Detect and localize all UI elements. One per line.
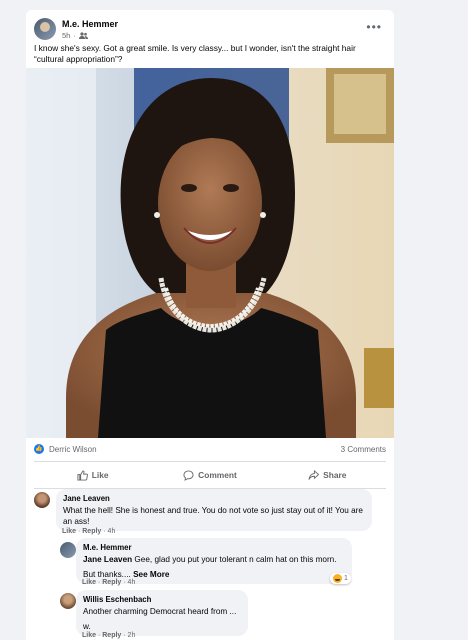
comment-text-continued: w.: [83, 622, 91, 631]
comment-time[interactable]: 2h: [128, 632, 136, 639]
reaction-count: 1: [344, 575, 348, 582]
comment-icon: [183, 469, 194, 481]
comment-bubble: Willis Eschenbach Another charming Democ…: [76, 590, 248, 636]
post-photo[interactable]: [26, 68, 394, 438]
commenter-name[interactable]: M.e. Hemmer: [83, 542, 345, 553]
commenter-avatar[interactable]: [60, 593, 76, 609]
comment-meta: Like · Reply · 4h: [82, 579, 136, 586]
like-label: Like: [91, 470, 109, 480]
friends-icon: [78, 32, 88, 39]
share-icon: [308, 469, 320, 480]
share-label: Share: [323, 470, 347, 480]
author-avatar[interactable]: [34, 18, 56, 40]
commenter-name[interactable]: Willis Eschenbach: [83, 594, 241, 605]
comment-bubble: Jane Leaven What the hell! She is honest…: [56, 489, 372, 531]
comment-time[interactable]: 4h: [128, 579, 136, 586]
action-bar: Like Comment Share: [34, 465, 386, 485]
comment-meta: Like · Reply · 4h: [62, 528, 116, 535]
comment-reply-link[interactable]: Reply: [102, 579, 121, 586]
post-card: M.e. Hemmer 5h · ••• I know she's sexy. …: [26, 10, 394, 640]
comment-reply-link[interactable]: Reply: [82, 528, 101, 535]
comment-like-link[interactable]: Like: [82, 632, 96, 639]
commenter-avatar[interactable]: [34, 492, 50, 508]
comment-like-link[interactable]: Like: [62, 528, 76, 535]
comment-text: Another charming Democrat heard from ...: [83, 607, 237, 616]
post-header: M.e. Hemmer 5h · •••: [34, 18, 386, 44]
share-button[interactable]: Share: [269, 465, 386, 485]
post-meta: 5h ·: [62, 31, 88, 40]
post-author[interactable]: M.e. Hemmer: [62, 19, 118, 29]
commenter-name[interactable]: Jane Leaven: [63, 493, 365, 504]
comment-label: Comment: [198, 470, 237, 480]
comment-reaction-badge[interactable]: 1: [330, 573, 351, 584]
haha-reaction-icon: [333, 574, 342, 583]
see-more-link[interactable]: See More: [133, 570, 169, 579]
comment-text: Gee, glad you put your tolerant n calm h…: [132, 555, 337, 564]
comments-count[interactable]: 3 Comments: [341, 445, 386, 454]
comment-time[interactable]: 4h: [108, 528, 116, 535]
like-button[interactable]: Like: [34, 465, 151, 485]
post-time[interactable]: 5h: [62, 31, 70, 40]
more-options-icon[interactable]: •••: [366, 20, 382, 34]
post-text: I know she's sexy. Got a great smile. Is…: [34, 43, 356, 64]
comment-text: What the hell! She is honest and true. Y…: [63, 506, 363, 526]
reactions-row: 👍 Derric Wilson 3 Comments: [34, 443, 386, 457]
commenter-avatar[interactable]: [60, 542, 76, 558]
comment-reply-link[interactable]: Reply: [102, 632, 121, 639]
thumbs-up-icon: [77, 469, 88, 481]
divider: [34, 461, 386, 462]
comment-like-link[interactable]: Like: [82, 579, 96, 586]
reactor-name[interactable]: Derric Wilson: [49, 445, 97, 454]
portrait-image: [26, 68, 394, 438]
tagged-user[interactable]: Jane Leaven: [83, 555, 132, 564]
comment-bubble: M.e. Hemmer Jane Leaven Gee, glad you pu…: [76, 538, 352, 584]
like-reaction-icon: 👍: [34, 444, 44, 454]
comment-text-continued: But thanks....: [83, 570, 134, 579]
comment-meta: Like · Reply · 2h: [82, 632, 136, 639]
comment-button[interactable]: Comment: [151, 465, 268, 485]
